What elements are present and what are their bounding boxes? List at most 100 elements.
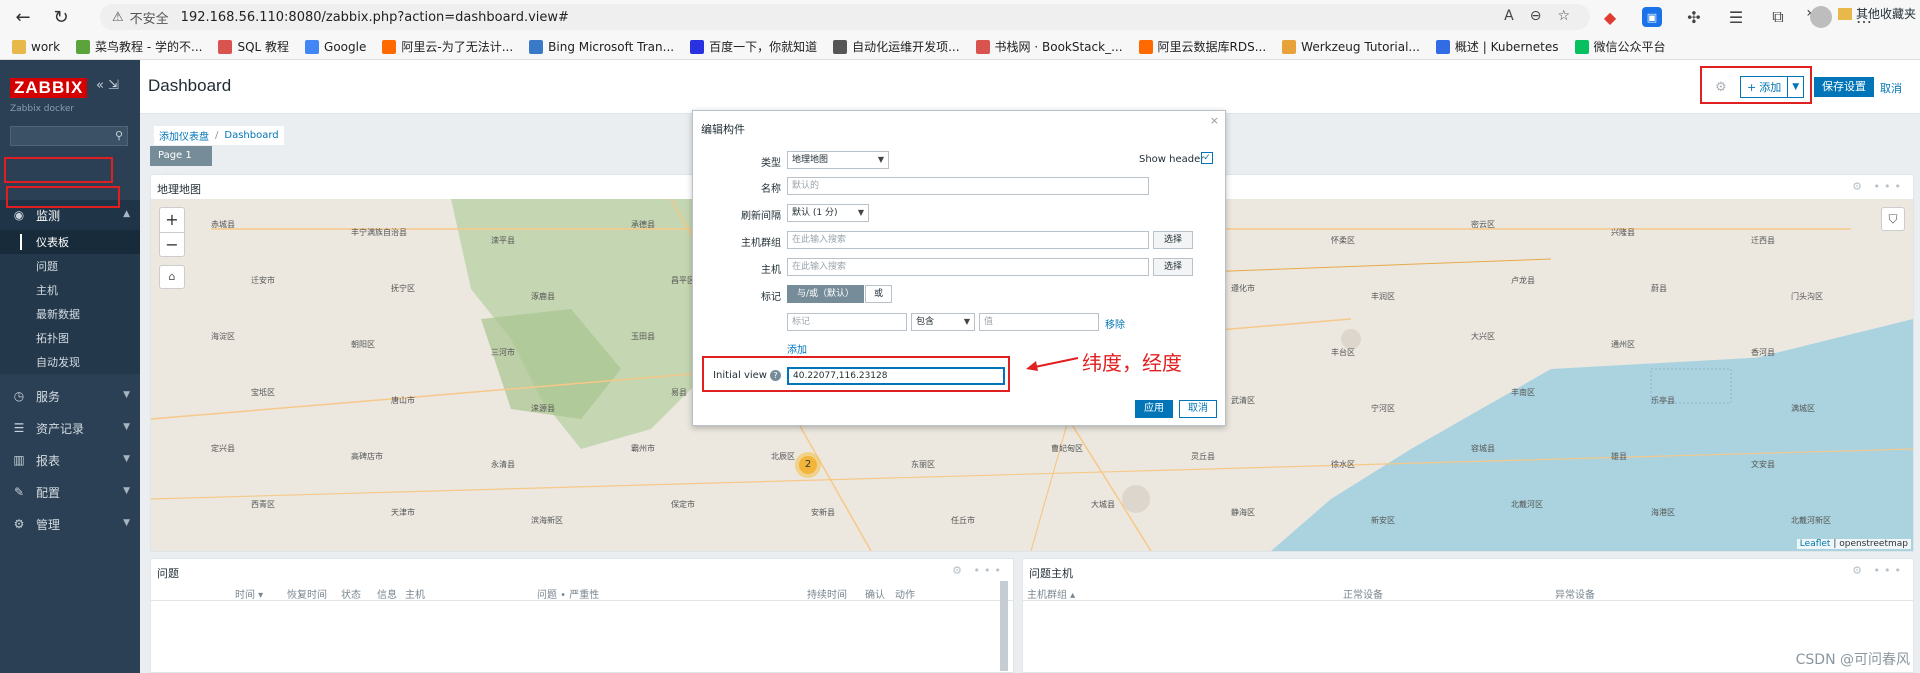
filter-icon[interactable]: ⛉	[1881, 207, 1905, 231]
save-changes-button[interactable]: 保存设置	[1814, 77, 1874, 97]
submenu-latest-data[interactable]: 最新数据	[0, 302, 140, 326]
menu-item-administration[interactable]: ⚙ 管理 ▼	[0, 509, 140, 539]
zoom-out-button[interactable]: −	[160, 232, 184, 256]
menu-item-services[interactable]: ◷ 服务 ▼	[0, 381, 140, 411]
read-aloud-icon[interactable]: A	[1504, 8, 1514, 24]
map-place-label: 怀柔区	[1331, 236, 1355, 245]
clock-icon: ◷	[13, 389, 25, 403]
bookmarks-bar: work 菜鸟教程 - 学的不... SQL 教程 Google 阿里云-为了无法计..…	[0, 34, 1920, 60]
widget-actions-icon[interactable]: ⚙ •••	[952, 564, 1005, 577]
type-label: 类型	[761, 158, 781, 169]
hostgroups-select-button[interactable]: 选择	[1153, 231, 1193, 249]
extensions-puzzle-icon[interactable]: ✣	[1684, 7, 1704, 27]
host-cluster-marker[interactable]: 2	[795, 452, 821, 478]
page-tab-label: Page 1	[158, 150, 192, 161]
tag-value-input[interactable]: 值	[979, 313, 1099, 331]
submenu-hosts[interactable]: 主机	[0, 278, 140, 302]
gear-icon[interactable]: ⚙	[1715, 80, 1727, 95]
hosts-input[interactable]: 在此输入搜索	[787, 258, 1149, 276]
column-header[interactable]: 问题 • 严重性	[537, 586, 599, 601]
hostgroups-input[interactable]: 在此输入搜索	[787, 231, 1149, 249]
widget-actions-icon[interactable]: ⚙ •••	[1852, 180, 1905, 193]
add-widget-button[interactable]: + 添加 ▼	[1740, 76, 1805, 98]
menu-item-configuration[interactable]: ✎ 配置 ▼	[0, 477, 140, 507]
chevron-down-icon[interactable]: ▼	[1787, 77, 1803, 97]
bookmark-item[interactable]: 菜鸟教程 - 学的不...	[76, 38, 202, 55]
map-place-label: 遵化市	[1231, 284, 1255, 293]
collapse-sidebar-icon[interactable]: « ⇲	[96, 78, 119, 93]
menu-item-inventory[interactable]: ☰ 资产记录 ▼	[0, 413, 140, 443]
submenu-maps[interactable]: 拓扑图	[0, 326, 140, 350]
tag-name-input[interactable]: 标记	[787, 313, 907, 331]
address-bar[interactable]: ⚠ 不安全 192.168.56.110:8080/zabbix.php?act…	[100, 4, 1590, 30]
breadcrumb-current[interactable]: Dashboard	[224, 130, 278, 141]
bookmark-item[interactable]: 阿里云-为了无法计...	[382, 38, 513, 55]
bookmark-item[interactable]: 书栈网 · BookStack_...	[975, 38, 1123, 55]
search-icon: ⚲	[114, 129, 123, 142]
hosts-select-button[interactable]: 选择	[1153, 258, 1193, 276]
breadcrumb: 添加仪表盘 / Dashboard	[154, 126, 284, 145]
bookmark-item[interactable]: 阿里云数据库RDS...	[1138, 38, 1266, 55]
bookmark-item[interactable]: 概述 | Kubernetes	[1435, 38, 1559, 55]
profile-avatar[interactable]	[1810, 6, 1832, 28]
bookmarks-more-icon[interactable]: ›	[1806, 5, 1812, 21]
home-icon[interactable]: ⌂	[159, 265, 185, 289]
bookmark-item[interactable]: Werkzeug Tutorial...	[1282, 39, 1420, 54]
back-icon[interactable]: ←	[8, 2, 38, 32]
cancel-button[interactable]: 取消	[1179, 400, 1217, 418]
refresh-interval-select[interactable]: 默认 (1 分) ▼	[787, 204, 869, 222]
zoom-icon[interactable]: ⊖	[1530, 8, 1542, 24]
sidebar-search-input[interactable]: ⚲	[10, 126, 128, 146]
favorite-star-icon[interactable]: ☆	[1557, 8, 1570, 24]
column-header[interactable]: 时间 ▾	[235, 586, 263, 601]
close-icon[interactable]: ×	[1210, 114, 1219, 127]
help-icon[interactable]: ?	[770, 370, 781, 381]
bookmark-item[interactable]: 百度一下，你就知道	[690, 38, 817, 55]
other-bookmarks[interactable]: 其他收藏夹	[1837, 5, 1916, 22]
plus-icon: +	[1747, 80, 1757, 94]
bookmark-label: Bing Microsoft Tran...	[548, 39, 675, 54]
remove-tag-link[interactable]: 移除	[1105, 316, 1125, 331]
map-place-label: 乐亭县	[1651, 396, 1675, 405]
bookmark-item[interactable]: Bing Microsoft Tran...	[529, 39, 675, 54]
bookmark-item[interactable]: Google	[305, 39, 366, 54]
submenu-discovery[interactable]: 自动发现	[0, 350, 140, 374]
scrollbar[interactable]	[1000, 581, 1008, 671]
chart-icon: ▥	[13, 453, 25, 467]
cancel-edit-button[interactable]: 取消	[1880, 80, 1902, 96]
tag-operator-select[interactable]: 包含 ▼	[911, 313, 975, 331]
apply-button[interactable]: 应用	[1135, 400, 1173, 418]
tag-and-or-toggle[interactable]: 与/或（默认）	[787, 285, 865, 303]
collections-icon[interactable]: ⧉	[1768, 7, 1788, 27]
dashboard-page-tab[interactable]: Page 1 •••	[150, 146, 212, 181]
add-label: 添加	[1759, 81, 1782, 94]
bookmark-item[interactable]: work	[12, 39, 60, 54]
initial-view-input[interactable]: 40.22077,116.23128	[787, 367, 1005, 385]
map-place-label: 滨海新区	[531, 516, 563, 525]
bookmark-item[interactable]: SQL 教程	[218, 38, 289, 55]
zabbix-logo[interactable]: ZABBIX	[10, 78, 88, 98]
leaflet-link[interactable]: Leaflet	[1800, 539, 1831, 549]
extension-bar: ◆ ▣ ✣ ☰ ⧉ …	[1600, 4, 1874, 30]
show-header-checkbox[interactable]: ✓	[1201, 152, 1213, 164]
bookmark-item[interactable]: 自动化运维开发项...	[833, 38, 960, 55]
submenu-problems[interactable]: 问题	[0, 254, 140, 278]
extension-bird-icon[interactable]: ◆	[1600, 7, 1620, 27]
name-input[interactable]: 默认的	[787, 177, 1149, 195]
column-header[interactable]: 主机	[405, 586, 425, 601]
add-tag-link[interactable]: 添加	[787, 341, 807, 356]
map-place-label: 静海区	[1231, 508, 1255, 517]
menu-item-reports[interactable]: ▥ 报表 ▼	[0, 445, 140, 475]
menu-item-monitoring[interactable]: ◉ 监测 ▲	[0, 200, 140, 230]
column-header[interactable]: 主机群组 ▴	[1027, 586, 1075, 601]
bookmark-item[interactable]: 微信公众平台	[1574, 38, 1666, 55]
submenu-dashboard[interactable]: 仪表板	[0, 230, 140, 254]
breadcrumb-root[interactable]: 添加仪表盘	[159, 128, 209, 143]
type-select[interactable]: 地理地图 ▼	[787, 151, 889, 169]
favorites-list-icon[interactable]: ☰	[1726, 7, 1746, 27]
widget-actions-icon[interactable]: ⚙ •••	[1852, 564, 1905, 577]
reload-icon[interactable]: ↻	[46, 2, 76, 32]
tag-or-toggle[interactable]: 或	[865, 285, 893, 303]
extension-blue-icon[interactable]: ▣	[1642, 7, 1662, 27]
zoom-in-button[interactable]: +	[160, 208, 184, 232]
